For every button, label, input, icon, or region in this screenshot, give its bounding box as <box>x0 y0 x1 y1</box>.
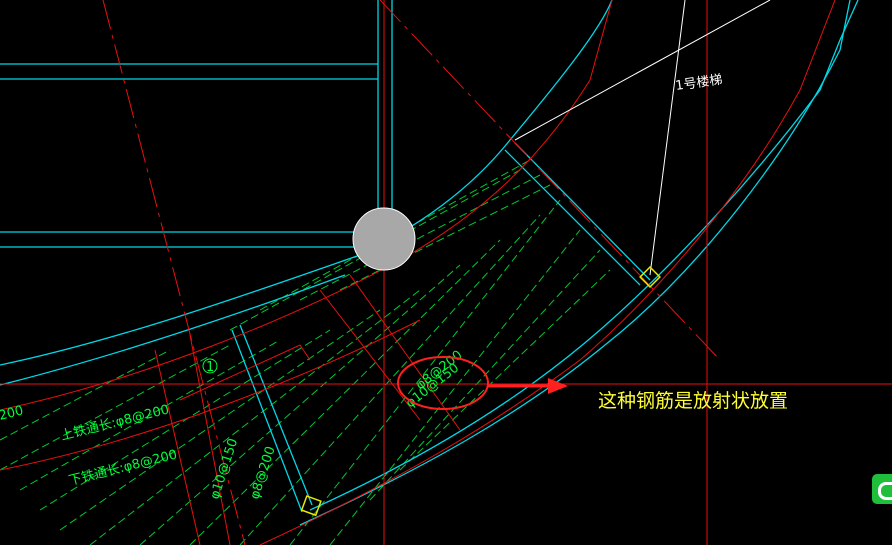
circled-number: 1 <box>206 360 214 375</box>
top-bar-label: 上铁通长:φ8@200 <box>59 402 170 443</box>
watermark-logo-icon <box>872 474 892 504</box>
gray-circle-marker <box>352 207 416 271</box>
rebar-b-label: φ8@200 <box>248 445 279 502</box>
red-arrow-icon <box>488 378 568 394</box>
stair-label: 1号楼梯 <box>674 73 723 94</box>
annotation-callout: 这种钢筋是放射状放置 <box>598 390 789 412</box>
white-leader-lines <box>514 0 771 276</box>
rebar-a-label: φ10@150 <box>208 437 242 501</box>
bottom-bar-label: 下铁通长:φ8@200 <box>67 447 178 488</box>
cad-drawing: 1 1号楼梯 上铁通长:φ8@200 下铁通长:φ8@200 φ10@150 φ… <box>0 0 892 545</box>
cyan-outline-lines <box>0 0 859 526</box>
cad-drawing-viewport: 1 1号楼梯 上铁通长:φ8@200 下铁通长:φ8@200 φ10@150 φ… <box>0 0 892 545</box>
left-edge-fragment: 200 <box>0 403 25 424</box>
